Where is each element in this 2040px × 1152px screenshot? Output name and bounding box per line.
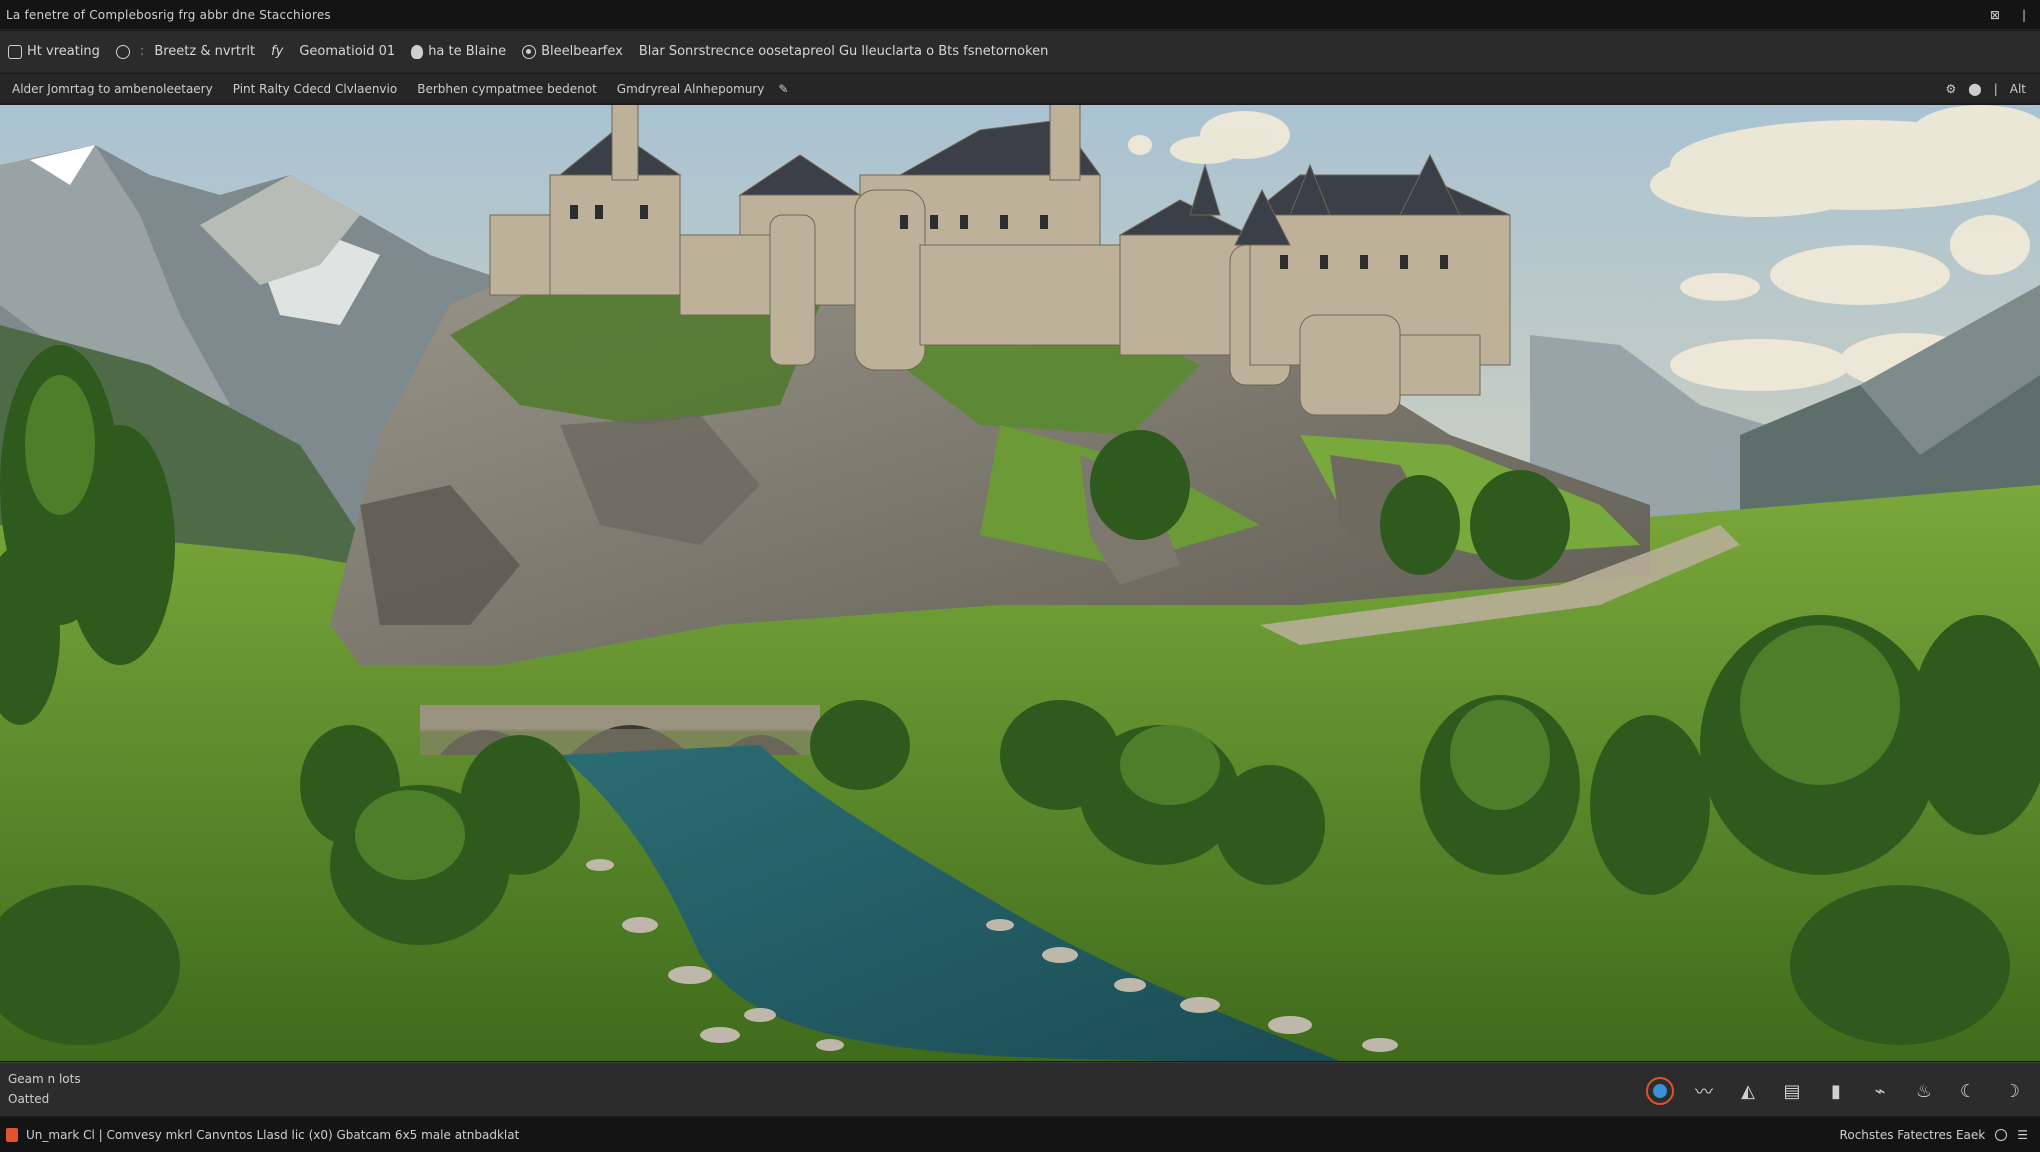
toolbar-item-fx[interactable]: fy <box>265 44 289 59</box>
toolbar-label: Blar Sonrstrecnce oosetapreol Gu lleucla… <box>638 44 1049 59</box>
fx-icon: fy <box>271 44 284 59</box>
stack-icon[interactable]: ▤ <box>1778 1077 1806 1105</box>
toolbar-label: Geomatioid 01 <box>299 44 396 59</box>
subtoolbar-right: ⚙ ⬤ | Alt <box>1946 82 2039 96</box>
wave-icon[interactable]: 〰 <box>1690 1077 1718 1105</box>
alt-button[interactable]: Alt <box>2010 82 2026 96</box>
toolbar-item-breetz[interactable]: Breetz & nvrtrlt <box>148 44 261 59</box>
subtoolbar-item-1[interactable]: Alder Jomrtag to ambenoleetaery <box>2 82 223 96</box>
status-info: Geam n lots Oatted <box>8 1069 81 1109</box>
square-icon <box>115 44 130 59</box>
window-icon <box>8 44 22 59</box>
image-viewport[interactable] <box>0 105 2040 1061</box>
toolbar-label: Ht vreating <box>27 44 100 59</box>
status-icon-group: 〰 ◭ ▤ ▮ ⌁ ♨ ☾ ☽ <box>1646 1077 2026 1105</box>
window-controls: ⊠ | <box>1990 8 2034 22</box>
bottom-right-text: Rochstes Fatectres Eaek <box>1839 1127 1986 1142</box>
toolbar-label: Bleelbearfex <box>541 44 623 59</box>
status-line-1: Geam n lots <box>8 1072 81 1086</box>
moon-icon[interactable]: ☾ <box>1954 1077 1982 1105</box>
bottom-bar: Un_mark Cl | Comvesy mkrl Canvntos Llasd… <box>0 1117 2040 1152</box>
menu-icon[interactable]: ☰ <box>2017 1128 2028 1142</box>
record-icon[interactable]: ⬤ <box>1968 82 1981 96</box>
toolbar-item-square[interactable] <box>110 44 136 59</box>
toolbar-item-geomatioid[interactable]: Geomatioid 01 <box>293 44 401 59</box>
apple-icon <box>411 44 424 59</box>
bar-icon[interactable]: ▮ <box>1822 1077 1850 1105</box>
pencil-icon[interactable]: ✎ <box>774 82 788 96</box>
toolbar-item-ha-te-blaine[interactable]: ha te Blaine <box>405 44 512 59</box>
castle-landscape-image <box>0 105 2040 1061</box>
status-line-2: Oatted <box>8 1092 50 1106</box>
compass-icon[interactable]: ◭ <box>1734 1077 1762 1105</box>
bird-icon[interactable]: ⌁ <box>1866 1077 1894 1105</box>
app-badge-icon[interactable] <box>6 1127 18 1142</box>
toolbar-item-bleelbearfex[interactable]: Bleelbearfex <box>516 44 629 59</box>
subtoolbar-item-2[interactable]: Pint Ralty Cdecd Clvlaenvio <box>223 82 408 96</box>
bottom-right: Rochstes Fatectres Eaek ☰ <box>1840 1128 2034 1142</box>
subtoolbar-item-4[interactable]: Gmdryreal Alnhepomury <box>607 82 775 96</box>
window-close-button[interactable]: | <box>2022 8 2026 22</box>
toolbar-item-blar[interactable]: Blar Sonrstrecnce oosetapreol Gu lleucla… <box>633 44 1055 59</box>
title-bar: La fenetre of Complebosrig frg abbr dne … <box>0 0 2040 30</box>
settings-icon[interactable]: ⚙ <box>1946 82 1957 96</box>
window-button[interactable]: ⊠ <box>1990 8 2000 22</box>
divider: | <box>1993 81 1998 96</box>
subtoolbar-item-3[interactable]: Berbhen cympatmee bedenot <box>407 82 607 96</box>
toolbar-label: ha te Blaine <box>428 44 507 59</box>
toolbar-label: Breetz & nvrtrlt <box>154 44 256 59</box>
status-bar: Geam n lots Oatted 〰 ◭ ▤ ▮ ⌁ ♨ ☾ ☽ <box>0 1062 2040 1116</box>
bottom-status-text: Un_mark Cl | Comvesy mkrl Canvntos Llasd… <box>26 1127 520 1142</box>
main-toolbar: Ht vreating : Breetz & nvrtrlt fy Geomat… <box>0 31 2040 73</box>
target-icon <box>522 44 537 59</box>
secondary-toolbar: Alder Jomrtag to ambenoleetaery Pint Ral… <box>0 74 2040 104</box>
globe-icon[interactable] <box>1646 1077 1674 1105</box>
toolbar-item-vreating[interactable]: Ht vreating <box>2 44 106 59</box>
moon-outline-icon[interactable]: ☽ <box>1998 1077 2026 1105</box>
separator: : <box>139 44 145 59</box>
flame-icon[interactable]: ♨ <box>1910 1077 1938 1105</box>
circle-icon[interactable] <box>1995 1128 2008 1141</box>
window-title: La fenetre of Complebosrig frg abbr dne … <box>6 7 331 22</box>
